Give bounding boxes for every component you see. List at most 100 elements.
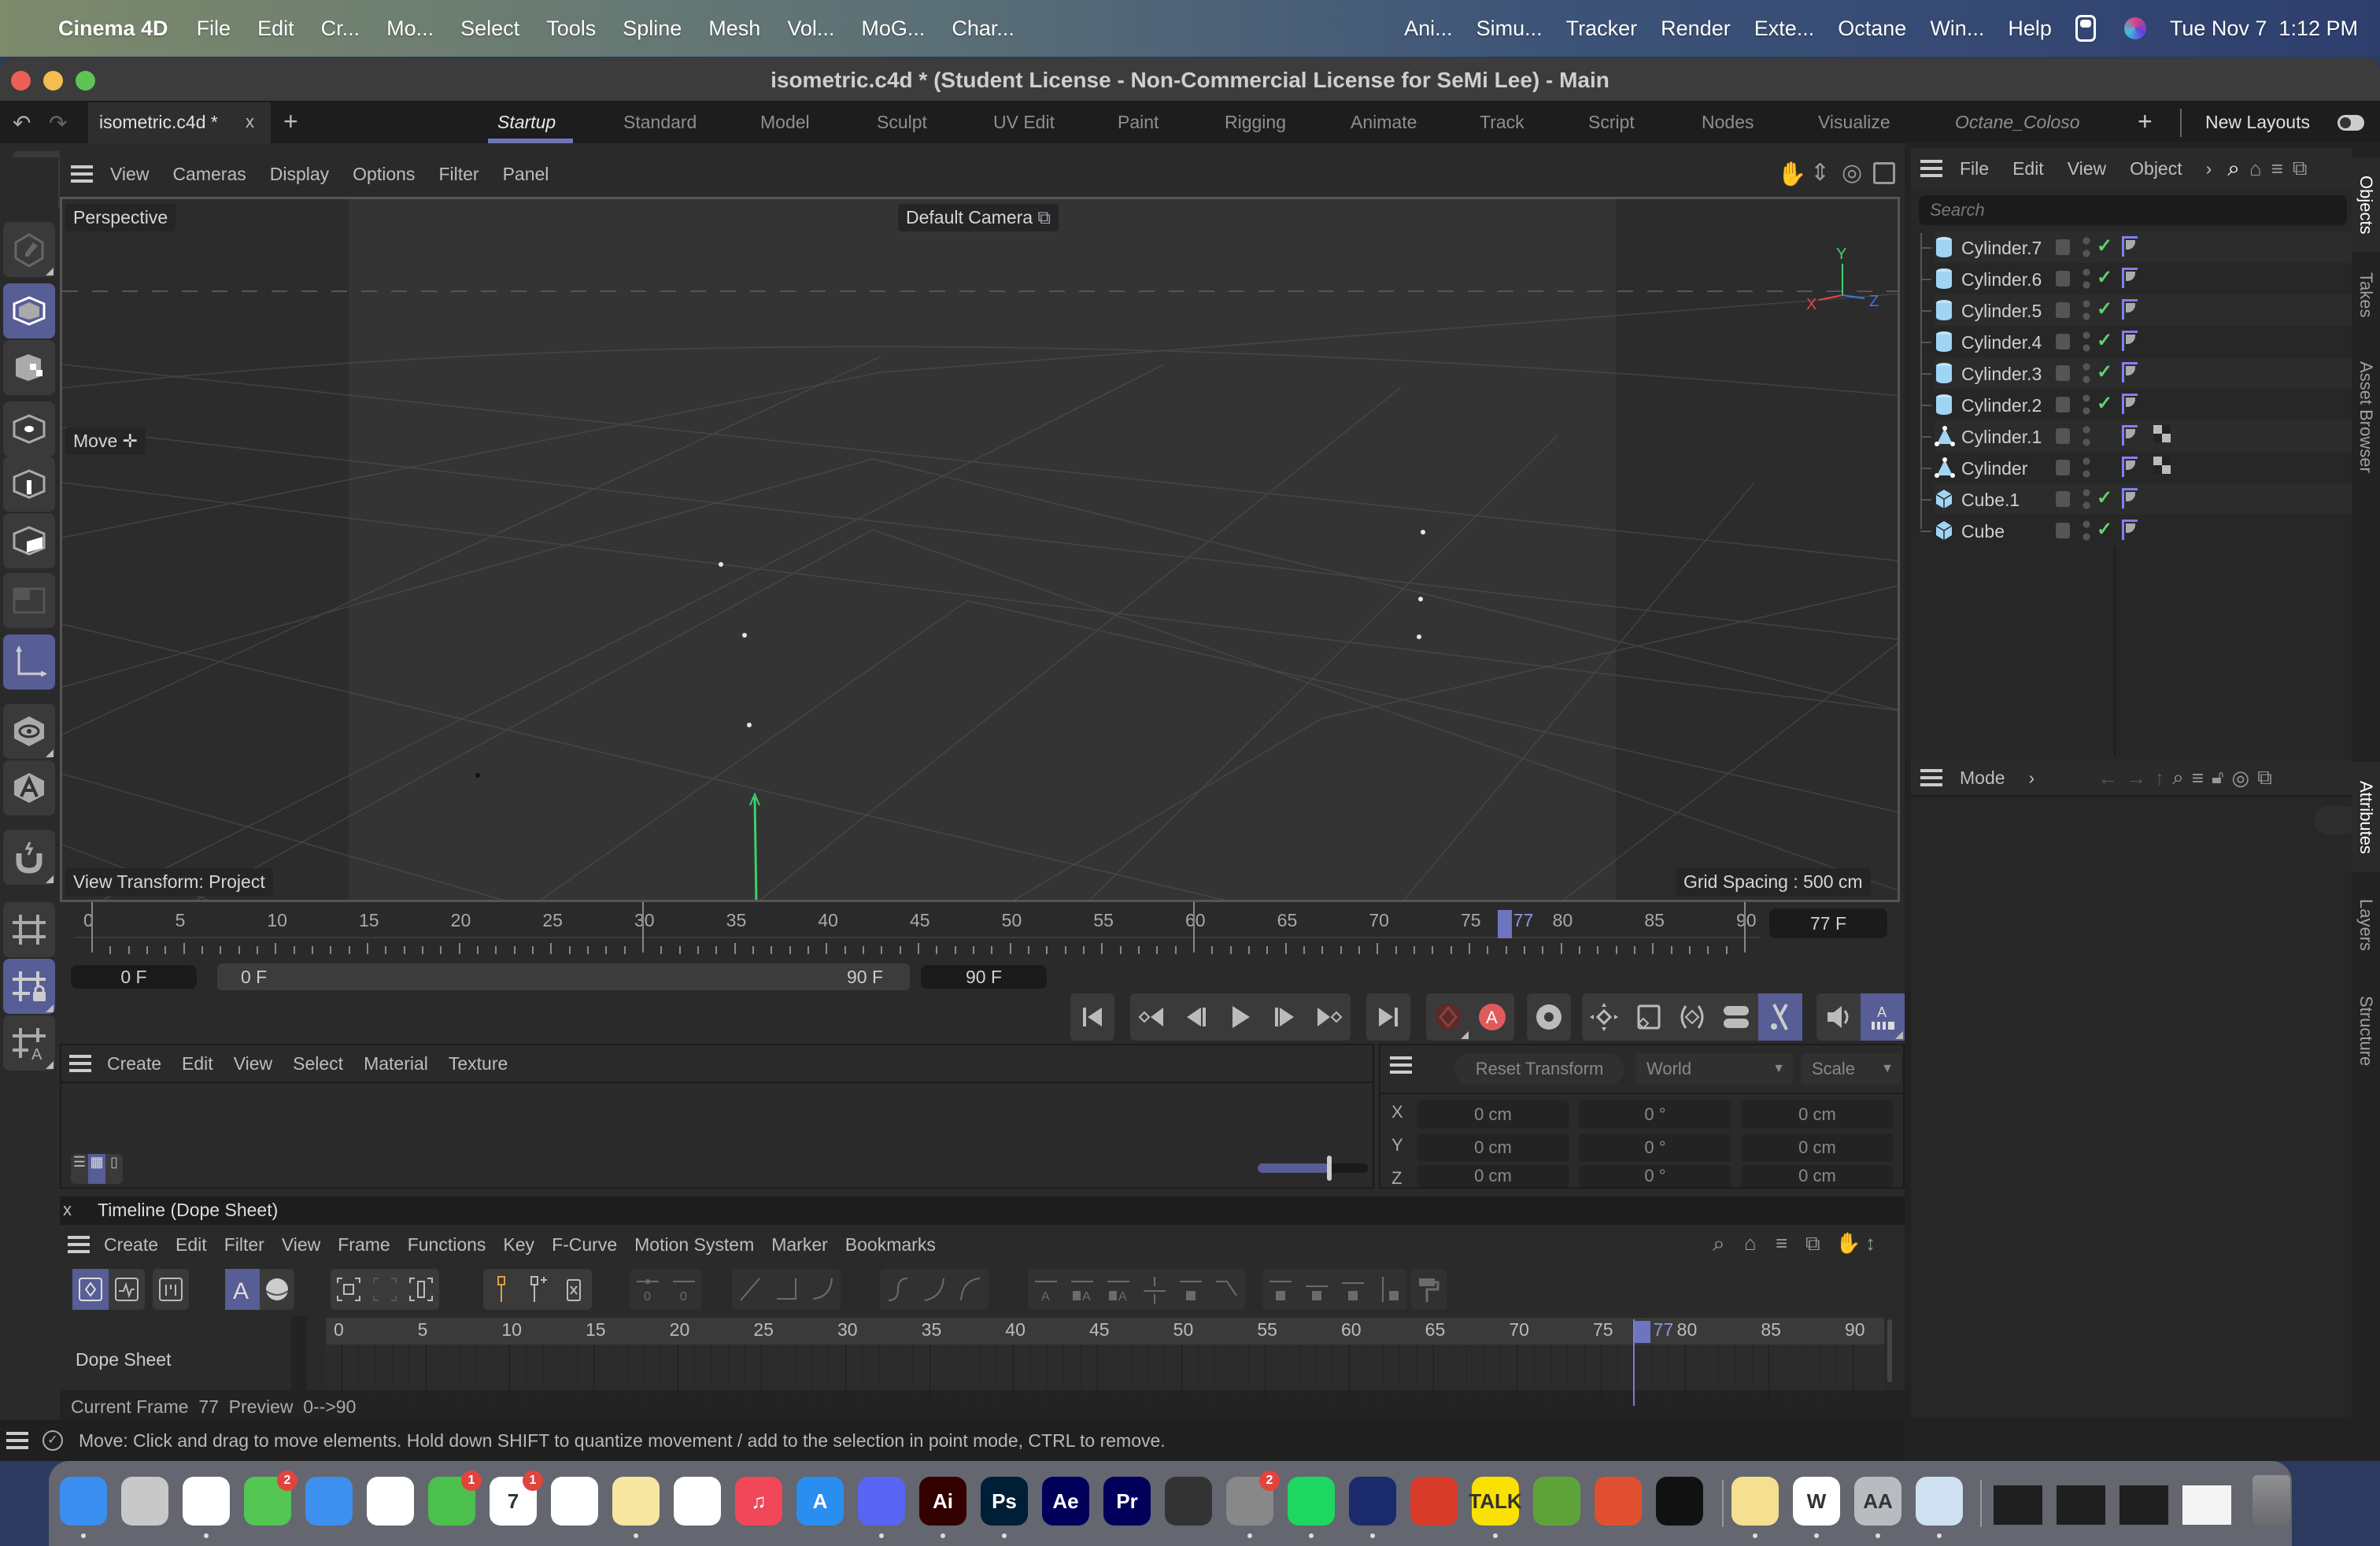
layout-tab-track[interactable]: Track bbox=[1480, 112, 1524, 133]
layer-edit-icon[interactable] bbox=[2056, 460, 2070, 475]
uv-mode-button[interactable] bbox=[3, 573, 55, 628]
attributes-mode-menu[interactable]: Mode bbox=[1960, 767, 2005, 789]
dope-new-window-icon[interactable]: ⧉ bbox=[1805, 1231, 1820, 1256]
viewport-menu-panel[interactable]: Panel bbox=[503, 164, 549, 185]
dock-app-music[interactable]: ♫ bbox=[735, 1477, 782, 1526]
phong-tag-icon[interactable] bbox=[2122, 236, 2138, 257]
dock-app-finder[interactable] bbox=[60, 1477, 107, 1526]
enabled-check-icon[interactable]: ✓ bbox=[2097, 361, 2112, 383]
dope-menu-edit[interactable]: Edit bbox=[176, 1234, 207, 1256]
dock-app-app-store[interactable]: A bbox=[796, 1477, 844, 1526]
phong-tag-icon[interactable] bbox=[2122, 268, 2138, 288]
model-mode-button[interactable] bbox=[3, 283, 55, 338]
up-arrow-icon[interactable]: ↑ bbox=[2154, 766, 2164, 790]
phong-tag-icon[interactable] bbox=[2122, 331, 2138, 351]
layer-edit-icon[interactable] bbox=[2056, 491, 2070, 507]
texture-mode-button[interactable] bbox=[3, 340, 55, 395]
dock-app-final-cut-pro[interactable] bbox=[1165, 1477, 1212, 1526]
auto-tangent-button[interactable]: A bbox=[1028, 1269, 1064, 1310]
dock-app-spotify[interactable] bbox=[1288, 1477, 1335, 1526]
make-editable-button[interactable] bbox=[3, 222, 55, 277]
dope-menu-functions[interactable]: Functions bbox=[408, 1234, 486, 1256]
viewport-menu-display[interactable]: Display bbox=[270, 164, 329, 185]
dock-app-notes[interactable] bbox=[612, 1477, 660, 1526]
menu-extensions[interactable]: Exte... bbox=[1754, 17, 1815, 41]
dock-app-illustrator[interactable]: Ai bbox=[919, 1477, 966, 1526]
material-menu-edit[interactable]: Edit bbox=[182, 1053, 213, 1074]
layer-edit-icon[interactable] bbox=[2056, 334, 2070, 350]
redo-history-icon[interactable]: ↷ bbox=[49, 110, 67, 136]
dock-app-photoshop[interactable]: Ps bbox=[981, 1477, 1028, 1526]
objects-menu-object[interactable]: Object bbox=[2130, 158, 2182, 179]
phong-tag-icon[interactable] bbox=[2122, 520, 2138, 540]
keyframe-selection-button[interactable] bbox=[1527, 993, 1571, 1041]
dock-app-digital-color-meter[interactable] bbox=[1595, 1477, 1642, 1526]
dock-recent-window-2[interactable] bbox=[2056, 1485, 2106, 1526]
delete-key-button[interactable] bbox=[556, 1269, 592, 1310]
orbit-view-icon[interactable]: ◎ bbox=[1842, 159, 1862, 187]
break-tangent-button[interactable]: 0 bbox=[630, 1269, 666, 1310]
dock-app-kakaotalk[interactable]: TALK bbox=[1469, 1477, 1522, 1526]
layout-tab-animate[interactable]: Animate bbox=[1351, 112, 1417, 133]
dope-filter-icon[interactable]: ≡ bbox=[1776, 1231, 1787, 1256]
objects-menu-file[interactable]: File bbox=[1960, 158, 1989, 179]
parameter-key-button[interactable] bbox=[1714, 993, 1758, 1041]
layout-tab-rigging[interactable]: Rigging bbox=[1225, 112, 1286, 133]
rotation-x-field[interactable]: 0 ° bbox=[1579, 1100, 1731, 1129]
app-menu[interactable]: Cinema 4D bbox=[58, 17, 168, 41]
frame-all-button[interactable] bbox=[331, 1269, 367, 1310]
status-menu-icon[interactable] bbox=[6, 1432, 28, 1449]
attributes-new-window-icon[interactable]: ⧉ bbox=[2257, 765, 2272, 790]
new-layouts-toggle[interactable] bbox=[2338, 115, 2364, 131]
ease-in-button[interactable] bbox=[916, 1269, 952, 1310]
menu-file[interactable]: File bbox=[197, 17, 231, 41]
sound-button[interactable] bbox=[1816, 993, 1861, 1041]
dock-app-launchpad[interactable] bbox=[121, 1477, 168, 1526]
menu-simulate[interactable]: Simu... bbox=[1476, 17, 1543, 41]
list-view-icon[interactable]: ☰ bbox=[71, 1154, 88, 1184]
solo-button[interactable] bbox=[3, 704, 55, 759]
lock-tangent-angle-button[interactable] bbox=[1335, 1269, 1371, 1310]
phong-tag-icon[interactable] bbox=[2122, 457, 2138, 477]
lock-icon[interactable]: 🔓︎ bbox=[2212, 767, 2224, 789]
back-arrow-icon[interactable]: ← bbox=[2097, 766, 2118, 790]
dock-app-activity-monitor[interactable] bbox=[1656, 1477, 1703, 1526]
layout-tab-startup[interactable]: Startup bbox=[497, 112, 556, 133]
side-tab-structure[interactable]: Structure bbox=[2352, 984, 2380, 1078]
object-row[interactable]: Cylinder.4 ✓ bbox=[1920, 326, 2352, 357]
menu-octane[interactable]: Octane bbox=[1838, 17, 1906, 41]
material-menu-texture[interactable]: Texture bbox=[449, 1053, 508, 1074]
layout-tab-nodes[interactable]: Nodes bbox=[1702, 112, 1754, 133]
object-row[interactable]: Cylinder.7 ✓ bbox=[1920, 231, 2352, 263]
transform-mode-dropdown[interactable]: Scale ▼ bbox=[1801, 1053, 1901, 1085]
layout-tab-model[interactable]: Model bbox=[760, 112, 810, 133]
scale-x-field[interactable]: 0 cm bbox=[1741, 1100, 1894, 1129]
lock-tangent-button[interactable] bbox=[1173, 1269, 1209, 1310]
next-frame-button[interactable] bbox=[1262, 993, 1306, 1041]
ease-button[interactable] bbox=[804, 1269, 841, 1310]
projection-label[interactable]: Perspective bbox=[65, 204, 176, 231]
objects-search-field[interactable]: Search bbox=[1919, 195, 2347, 225]
dock-app-freeform[interactable] bbox=[674, 1477, 721, 1526]
phong-tag-icon[interactable] bbox=[2122, 425, 2138, 446]
layout-tab-paint[interactable]: Paint bbox=[1118, 112, 1159, 133]
play-button[interactable] bbox=[1218, 993, 1262, 1041]
layout-tab-visualize[interactable]: Visualize bbox=[1818, 112, 1890, 133]
clock[interactable]: Tue Nov 7 1:12 PM bbox=[2170, 17, 2358, 41]
workplane-button[interactable] bbox=[3, 902, 55, 957]
menu-edit[interactable]: Edit bbox=[257, 17, 294, 41]
layout-tab-standard[interactable]: Standard bbox=[623, 112, 697, 133]
layout-tab-script[interactable]: Script bbox=[1588, 112, 1635, 133]
side-tab-takes[interactable]: Takes bbox=[2352, 260, 2380, 331]
layer-edit-icon[interactable] bbox=[2056, 365, 2070, 381]
dock-app-after-effects[interactable]: Ae bbox=[1042, 1477, 1089, 1526]
dock-app-stickies[interactable] bbox=[1731, 1477, 1779, 1526]
viewport-menu-options[interactable]: Options bbox=[353, 164, 415, 185]
position-z-field[interactable]: 0 cm bbox=[1417, 1165, 1569, 1187]
layout-tab-octane-coloso[interactable]: Octane_Coloso bbox=[1955, 112, 2080, 133]
locked-workplane-button[interactable] bbox=[3, 959, 55, 1014]
chevron-right-icon[interactable]: › bbox=[2206, 158, 2212, 179]
siri-icon[interactable] bbox=[2123, 17, 2146, 39]
dock-app-facetime[interactable]: 1 bbox=[428, 1470, 482, 1526]
clamp-button[interactable]: A bbox=[1064, 1269, 1100, 1310]
